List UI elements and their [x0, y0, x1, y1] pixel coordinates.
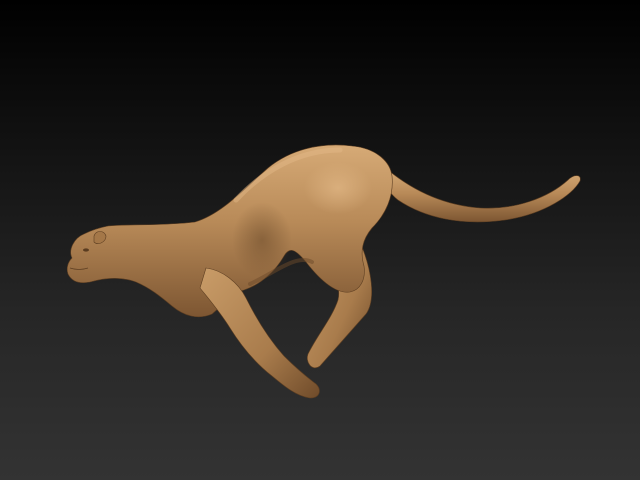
3d-viewport[interactable] — [0, 0, 640, 480]
cheetah-eye — [83, 248, 89, 252]
sculpt-render — [66, 144, 581, 399]
hip-highlight — [304, 162, 372, 214]
cheetah-front-leg — [199, 267, 320, 399]
cheetah-tail — [385, 169, 581, 223]
